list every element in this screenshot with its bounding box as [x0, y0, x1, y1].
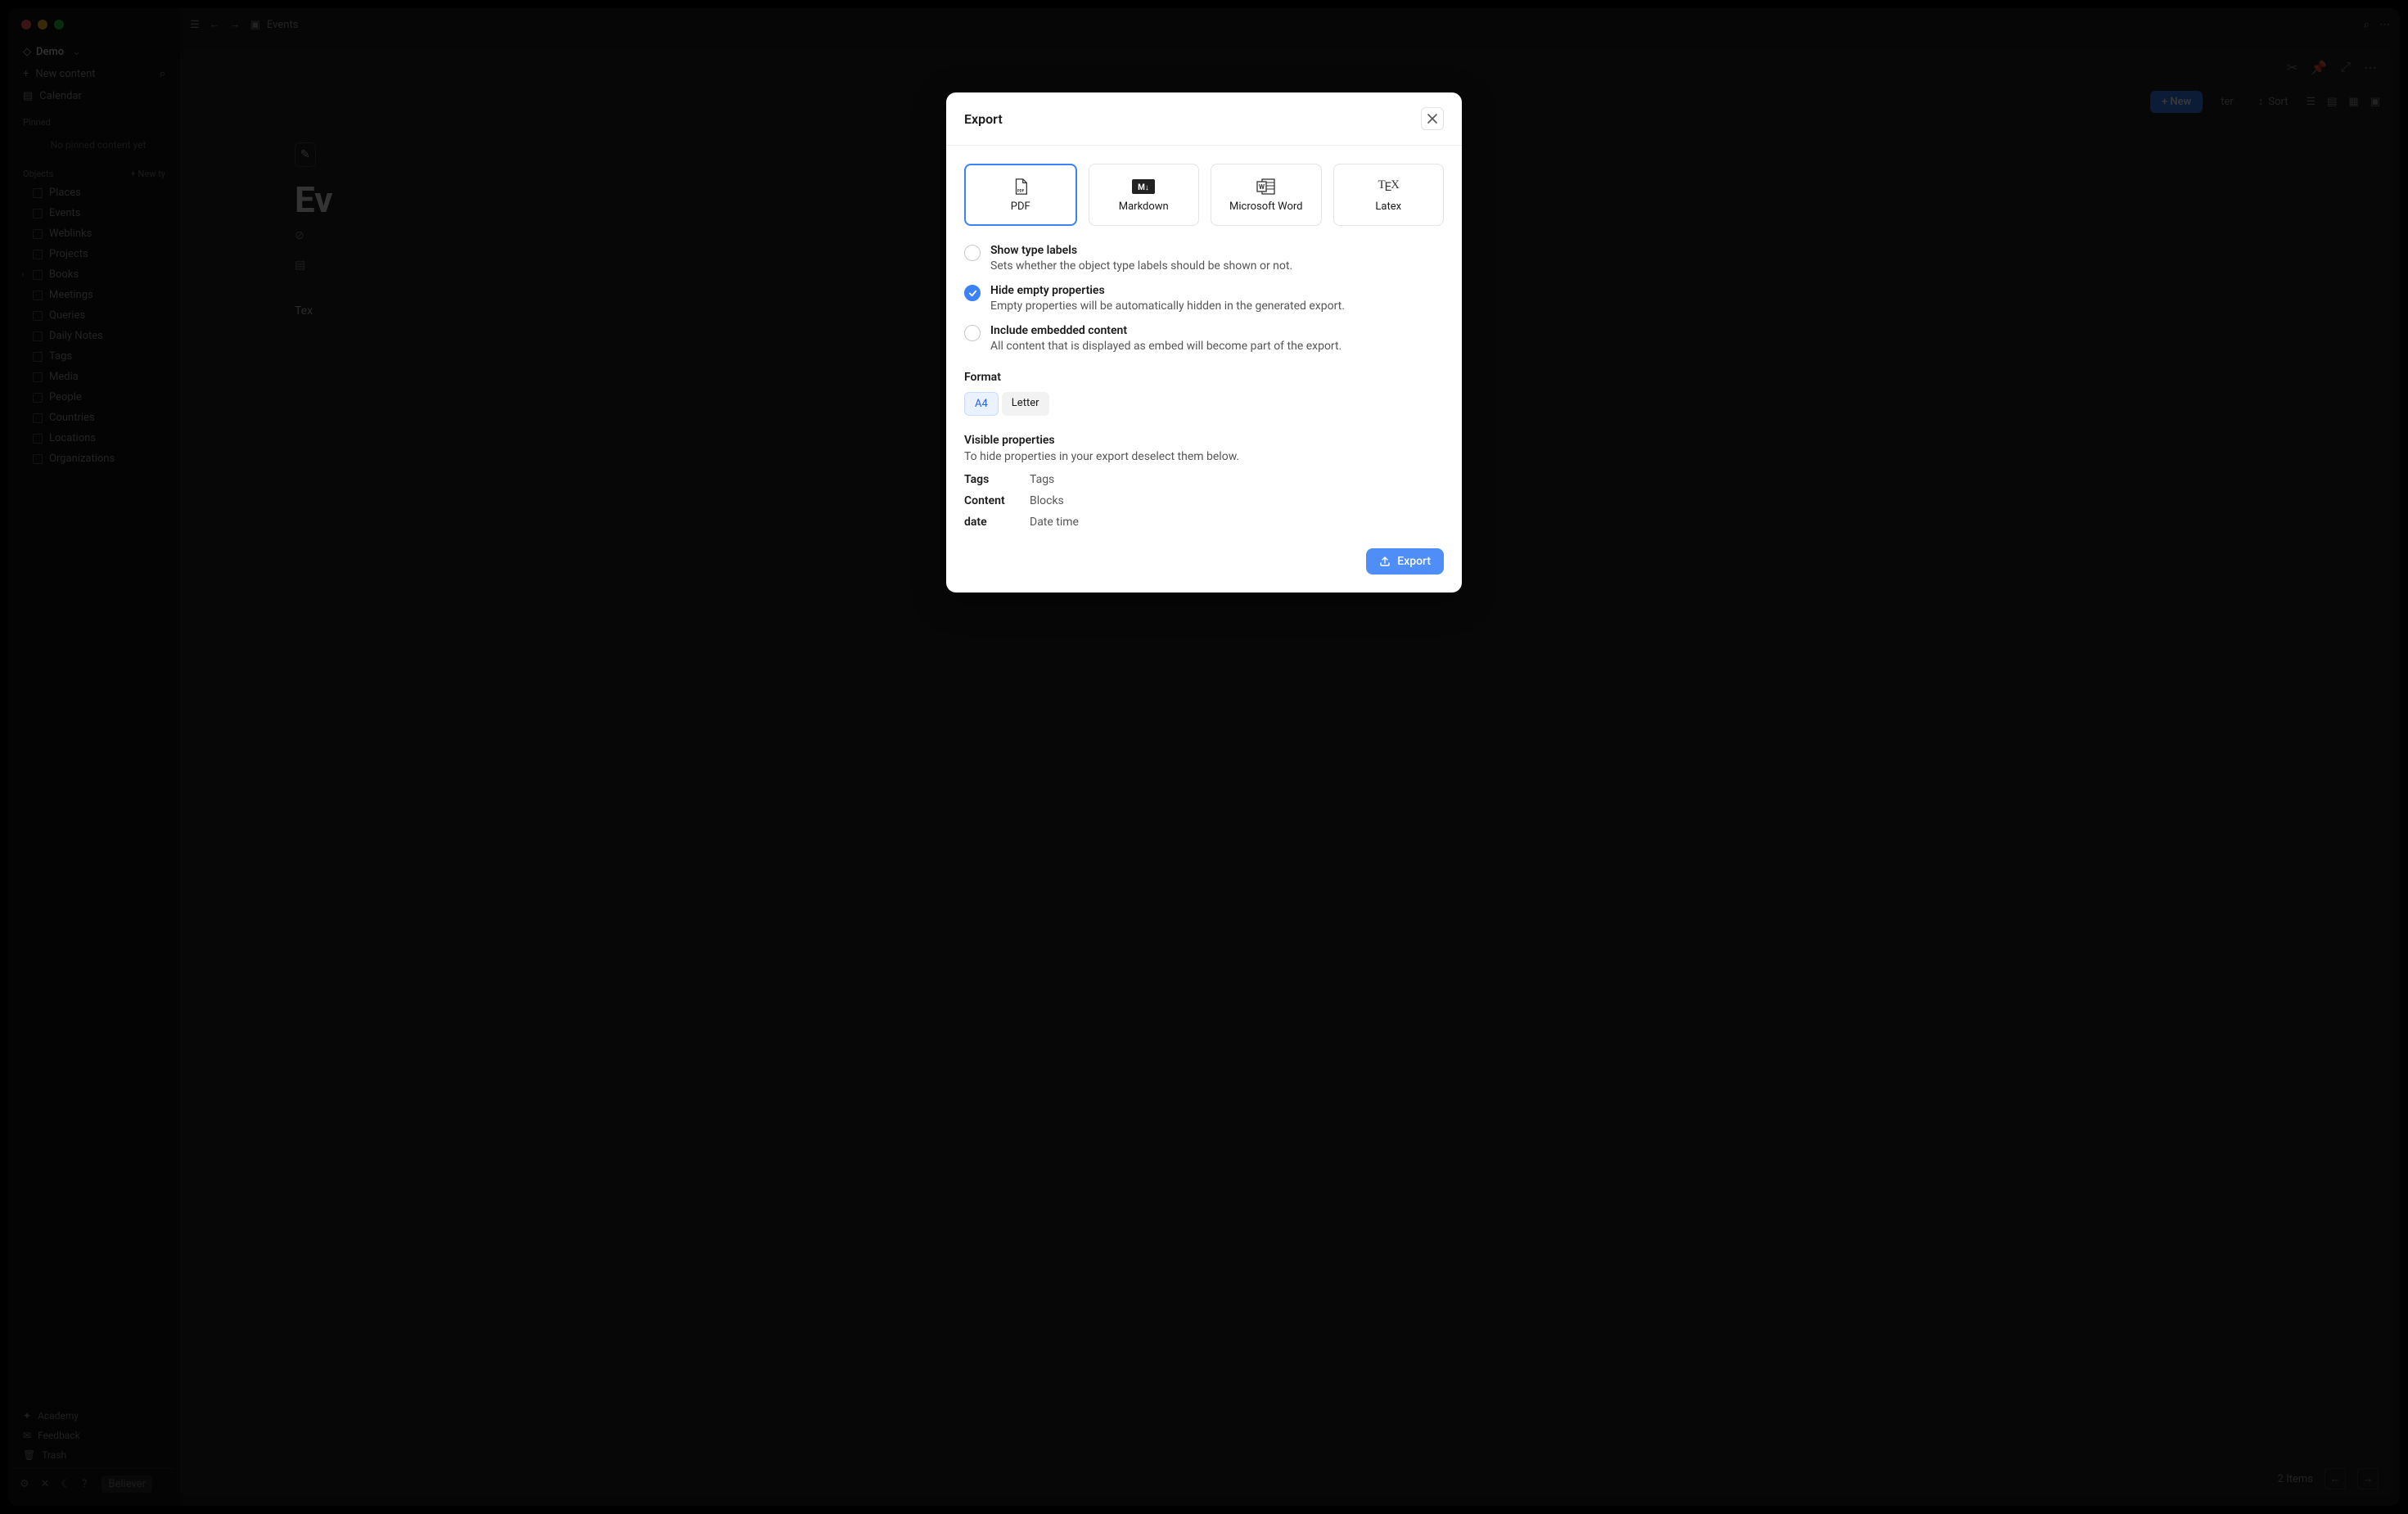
option-include-embedded: Include embedded content All content tha…: [964, 324, 1444, 353]
prop-name: date: [964, 516, 1030, 529]
modal-footer: Export: [946, 545, 1462, 593]
modal-header: Export: [946, 92, 1462, 146]
page-format-a4[interactable]: A4: [964, 392, 999, 416]
export-icon: [1379, 556, 1391, 567]
close-icon: [1427, 114, 1437, 124]
format-latex-label: Latex: [1375, 201, 1401, 213]
format-pdf-label: PDF: [1011, 201, 1030, 213]
page-format-pills: A4 Letter: [964, 392, 1444, 416]
markdown-icon: M↓: [1132, 178, 1155, 196]
prop-row-content: Content Blocks: [964, 494, 1444, 507]
page-format-letter[interactable]: Letter: [1002, 392, 1049, 416]
prop-name: Content: [964, 494, 1030, 507]
latex-icon: TEX: [1378, 178, 1399, 196]
format-markdown-label: Markdown: [1119, 201, 1169, 213]
prop-type: Tags: [1030, 473, 1054, 486]
format-cards: PDF PDF M↓ Markdown W Microsoft Word TEX: [964, 164, 1444, 226]
check-icon: [968, 289, 977, 298]
page-format-section: Format A4 Letter: [964, 371, 1444, 416]
options-list: Show type labels Sets whether the object…: [964, 244, 1444, 353]
format-markdown[interactable]: M↓ Markdown: [1089, 164, 1200, 226]
modal-close-button[interactable]: [1421, 107, 1444, 130]
option-title: Show type labels: [990, 244, 1292, 257]
pdf-file-icon: PDF: [1012, 178, 1030, 196]
format-word-label: Microsoft Word: [1229, 201, 1303, 213]
option-desc: Empty properties will be automatically h…: [990, 300, 1345, 313]
modal-body: PDF PDF M↓ Markdown W Microsoft Word TEX: [946, 146, 1462, 545]
option-desc: All content that is displayed as embed w…: [990, 340, 1342, 353]
option-hide-empty: Hide empty properties Empty properties w…: [964, 284, 1444, 313]
export-modal: Export PDF PDF M↓ Markdown W: [946, 92, 1462, 593]
prop-row-date: date Date time: [964, 516, 1444, 529]
option-desc: Sets whether the object type labels shou…: [990, 259, 1292, 273]
prop-name: Tags: [964, 473, 1030, 486]
option-title: Hide empty properties: [990, 284, 1345, 297]
page-format-label: Format: [964, 371, 1444, 384]
option-show-type-labels: Show type labels Sets whether the object…: [964, 244, 1444, 273]
visible-properties-section: Visible properties To hide properties in…: [964, 434, 1444, 529]
format-pdf[interactable]: PDF PDF: [964, 164, 1077, 226]
format-latex[interactable]: TEX Latex: [1333, 164, 1445, 226]
checkbox-hide-empty[interactable]: [964, 285, 981, 301]
visible-properties-desc: To hide properties in your export desele…: [964, 450, 1444, 463]
format-word[interactable]: W Microsoft Word: [1211, 164, 1322, 226]
prop-row-tags: Tags Tags: [964, 473, 1444, 486]
svg-text:PDF: PDF: [1017, 188, 1025, 193]
checkbox-show-type-labels[interactable]: [964, 245, 981, 261]
visible-properties-label: Visible properties: [964, 434, 1444, 447]
prop-type: Blocks: [1030, 494, 1064, 507]
export-button[interactable]: Export: [1366, 548, 1444, 575]
svg-text:M↓: M↓: [1138, 183, 1149, 192]
svg-text:W: W: [1259, 183, 1265, 191]
option-title: Include embedded content: [990, 324, 1342, 337]
visible-properties-rows: Tags Tags Content Blocks date Date time: [964, 473, 1444, 529]
word-icon: W: [1256, 178, 1276, 196]
export-button-label: Export: [1397, 555, 1431, 568]
prop-type: Date time: [1030, 516, 1079, 529]
modal-title: Export: [964, 111, 1003, 127]
checkbox-include-embedded[interactable]: [964, 325, 981, 341]
